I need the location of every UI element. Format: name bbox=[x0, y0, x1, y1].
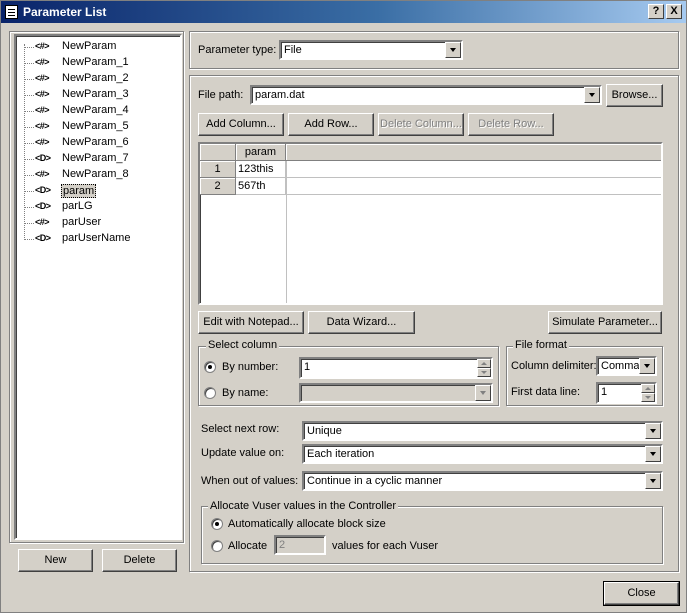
allocate-value-input[interactable]: 2 bbox=[274, 535, 326, 555]
parameter-type-icon: <D> bbox=[35, 233, 51, 243]
parameter-type-icon: <D> bbox=[35, 185, 51, 195]
column-delimiter-label: Column delimiter: bbox=[511, 360, 597, 372]
window-title: Parameter List bbox=[23, 5, 107, 19]
parameter-type-icon: <#> bbox=[35, 217, 50, 227]
param-type-label: Parameter type: bbox=[198, 44, 277, 56]
delete-button[interactable]: Delete bbox=[102, 549, 177, 572]
parameter-list-dialog: Parameter List ? X <#> NewParam <#> NewPara… bbox=[0, 0, 687, 613]
data-grid[interactable]: param 1 123this 2 567th bbox=[198, 142, 663, 305]
when-out-of-values-select[interactable]: Continue in a cyclic manner bbox=[302, 471, 663, 491]
by-number-spinner[interactable]: 1 bbox=[299, 357, 493, 379]
tree-item-label: NewParam_3 bbox=[62, 88, 129, 100]
browse-button[interactable]: Browse... bbox=[606, 84, 663, 107]
grid-column-header[interactable]: param bbox=[236, 144, 286, 161]
chevron-down-icon[interactable] bbox=[475, 385, 491, 401]
tree-item-label: NewParam_4 bbox=[62, 104, 129, 116]
grid-cell[interactable]: 123this bbox=[236, 161, 286, 178]
param-type-select[interactable]: File bbox=[279, 40, 463, 60]
chevron-down-icon[interactable] bbox=[445, 42, 461, 58]
by-name-radio[interactable] bbox=[204, 387, 216, 399]
delete-row-button[interactable]: Delete Row... bbox=[468, 113, 554, 136]
file-format-legend: File format bbox=[513, 339, 569, 351]
parameter-tree[interactable]: <#> NewParam <#> NewParam_1 <#> NewParam_2 <#>… bbox=[14, 34, 182, 540]
chevron-down-icon[interactable] bbox=[645, 423, 661, 439]
file-path-select[interactable]: param.dat bbox=[250, 85, 602, 105]
when-out-of-values-label: When out of values: bbox=[201, 475, 299, 487]
parameter-type-icon: <#> bbox=[35, 89, 50, 99]
parameter-type-icon: <#> bbox=[35, 169, 50, 179]
parameter-type-icon: <#> bbox=[35, 57, 50, 67]
first-data-line-spinner[interactable]: 1 bbox=[596, 382, 657, 404]
edit-with-notepad-button[interactable]: Edit with Notepad... bbox=[198, 311, 304, 334]
tree-item-label: NewParam bbox=[62, 40, 117, 52]
chevron-down-icon[interactable] bbox=[645, 473, 661, 489]
spin-down-icon[interactable] bbox=[477, 368, 491, 377]
spin-up-icon[interactable] bbox=[641, 384, 655, 393]
select-next-row-label: Select next row: bbox=[201, 423, 280, 435]
allocate-group bbox=[201, 506, 663, 564]
window-close-button[interactable]: X bbox=[666, 4, 682, 19]
select-column-legend: Select column bbox=[206, 339, 280, 351]
by-name-select[interactable] bbox=[299, 383, 493, 403]
parameter-type-icon: <#> bbox=[35, 137, 50, 147]
tree-item-label: NewParam_6 bbox=[62, 136, 129, 148]
tree-item-label: parUserName bbox=[62, 232, 131, 244]
auto-allocate-radio[interactable] bbox=[211, 518, 223, 530]
document-icon bbox=[5, 5, 18, 19]
grid-cell[interactable]: 567th bbox=[236, 178, 286, 195]
add-row-button[interactable]: Add Row... bbox=[288, 113, 374, 136]
simulate-parameter-button[interactable]: Simulate Parameter... bbox=[548, 311, 662, 334]
data-wizard-button[interactable]: Data Wizard... bbox=[308, 311, 415, 334]
spin-up-icon[interactable] bbox=[477, 359, 491, 368]
by-name-label: By name: bbox=[222, 387, 269, 399]
parameter-type-icon: <#> bbox=[35, 41, 50, 51]
tree-item-label: param bbox=[61, 184, 97, 198]
tree-item-label: NewParam_8 bbox=[62, 168, 129, 180]
parameter-type-icon: <#> bbox=[35, 73, 50, 83]
title-bar[interactable]: Parameter List ? X bbox=[1, 1, 686, 23]
tree-item-label: parUser bbox=[62, 216, 102, 228]
chevron-down-icon[interactable] bbox=[584, 87, 600, 103]
file-path-label: File path: bbox=[198, 89, 244, 101]
by-number-radio[interactable] bbox=[204, 361, 216, 373]
close-button[interactable]: Close bbox=[603, 581, 680, 606]
spin-down-icon[interactable] bbox=[641, 393, 655, 402]
help-button[interactable]: ? bbox=[648, 4, 664, 19]
add-column-button[interactable]: Add Column... bbox=[198, 113, 284, 136]
parameter-type-icon: <D> bbox=[35, 153, 51, 163]
select-next-row-select[interactable]: Unique bbox=[302, 421, 663, 441]
tree-item-label: NewParam_2 bbox=[62, 72, 129, 84]
parameter-type-icon: <#> bbox=[35, 105, 50, 115]
new-button[interactable]: New bbox=[18, 549, 93, 572]
update-value-on-label: Update value on: bbox=[201, 447, 285, 459]
column-delimiter-select[interactable]: Comma bbox=[596, 356, 657, 376]
allocate-label: Allocate bbox=[228, 540, 268, 552]
chevron-down-icon[interactable] bbox=[639, 358, 655, 374]
by-number-label: By number: bbox=[222, 361, 279, 373]
allocate-suffix-label: values for each Vuser bbox=[332, 540, 438, 552]
update-value-on-select[interactable]: Each iteration bbox=[302, 444, 663, 464]
chevron-down-icon[interactable] bbox=[645, 446, 661, 462]
parameter-type-icon: <D> bbox=[35, 201, 51, 211]
grid-row-number[interactable]: 1 bbox=[200, 161, 236, 178]
grid-corner bbox=[200, 144, 236, 161]
tree-item-label: NewParam_7 bbox=[62, 152, 129, 164]
tree-item-label: NewParam_5 bbox=[62, 120, 129, 132]
grid-row-number[interactable]: 2 bbox=[200, 178, 236, 195]
tree-item-label: parLG bbox=[62, 200, 93, 212]
tree-item-label: NewParam_1 bbox=[62, 56, 129, 68]
auto-allocate-label: Automatically allocate block size bbox=[228, 518, 386, 530]
delete-column-button[interactable]: Delete Column... bbox=[378, 113, 464, 136]
allocate-radio[interactable] bbox=[211, 540, 223, 552]
first-data-line-label: First data line: bbox=[511, 386, 581, 398]
parameter-type-icon: <#> bbox=[35, 121, 50, 131]
allocate-legend: Allocate Vuser values in the Controller bbox=[208, 500, 399, 512]
